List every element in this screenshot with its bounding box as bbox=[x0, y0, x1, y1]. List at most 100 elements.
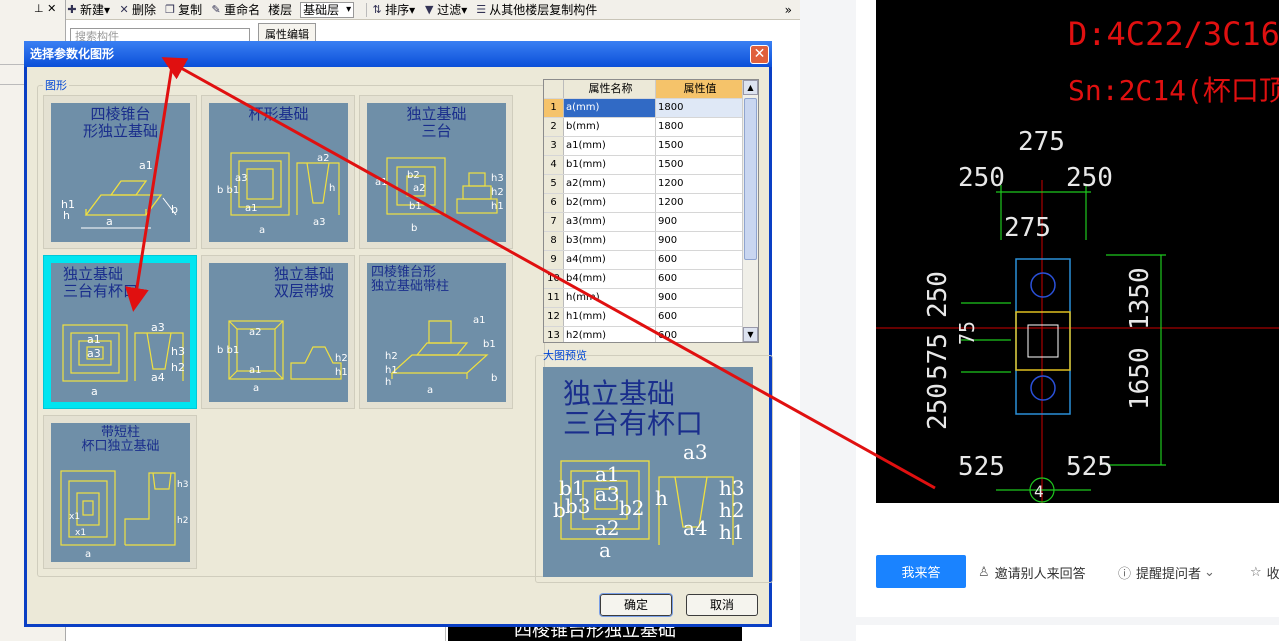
svg-text:h: h bbox=[655, 486, 668, 510]
property-value[interactable]: 1800 bbox=[656, 99, 742, 117]
toolbar-separator bbox=[366, 2, 368, 17]
property-name: a1(mm) bbox=[564, 137, 656, 155]
shape-tile[interactable]: 四棱锥台 形独立基础 a a1 b h1 h bbox=[43, 95, 197, 249]
filter-button[interactable]: ▼ 过滤 ▾ bbox=[423, 1, 467, 18]
preview-label: 大图预览 bbox=[543, 349, 587, 362]
svg-text:a1: a1 bbox=[473, 315, 486, 326]
svg-text:a4: a4 bbox=[683, 516, 708, 540]
invite-button[interactable]: ♙ 邀请别人来回答 bbox=[978, 563, 1086, 582]
col-name-header: 属性名称 bbox=[564, 80, 656, 98]
table-row[interactable]: 11 h(mm) 900 bbox=[544, 289, 758, 308]
table-row[interactable]: 4 b1(mm) 1500 bbox=[544, 156, 758, 175]
property-value[interactable]: 1200 bbox=[656, 194, 742, 212]
property-value[interactable]: 600 bbox=[656, 327, 742, 342]
shape-dialog: 选择参数化图形 ✕ 图形 四棱锥台 形独立基础 a a1 b h1 h 杯形基础 a3 b … bbox=[24, 41, 773, 627]
shape-thumbnail: 独立基础 双层带坡 a2 a1 b b1 a h2 h1 bbox=[209, 263, 348, 402]
property-value[interactable]: 600 bbox=[656, 308, 742, 326]
shape-tile[interactable]: 带短柱 杯口独立基础 x1 x1 a h3 h2 bbox=[43, 415, 197, 569]
cancel-button[interactable]: 取消 bbox=[686, 594, 758, 616]
overflow-icon[interactable]: » bbox=[785, 3, 792, 17]
property-name: b3(mm) bbox=[564, 232, 656, 250]
shape-tile[interactable]: 独立基础 三台 b2 a2 b1 b a1 h3 h2 h1 bbox=[359, 95, 513, 249]
svg-text:b1: b1 bbox=[409, 201, 422, 212]
property-value[interactable]: 1800 bbox=[656, 118, 742, 136]
table-row[interactable]: 9 a4(mm) 600 bbox=[544, 251, 758, 270]
table-row[interactable]: 3 a1(mm) 1500 bbox=[544, 137, 758, 156]
table-row[interactable]: 8 b3(mm) 900 bbox=[544, 232, 758, 251]
new-button[interactable]: ✚ 新建 ▾ bbox=[66, 1, 110, 18]
ok-button[interactable]: 确定 bbox=[599, 593, 673, 617]
property-name: h(mm) bbox=[564, 289, 656, 307]
svg-text:a2: a2 bbox=[249, 327, 262, 338]
sort-label: 排序 bbox=[385, 3, 410, 17]
remind-button[interactable]: ⓘ 提醒提问者 ⌄ bbox=[1118, 563, 1220, 582]
svg-text:a1: a1 bbox=[139, 159, 153, 172]
property-value[interactable]: 900 bbox=[656, 232, 742, 250]
remind-label: 提醒提问者 bbox=[1136, 567, 1202, 582]
cad-dim: 250 bbox=[958, 163, 1005, 193]
table-row[interactable]: 13 h2(mm) 600 bbox=[544, 327, 758, 342]
toolbar: ✚新建▾ ✕删除 ❐复制 ✎重命名 楼层 基础层 ⇅排序▾ ▼过滤▾ ☰从其他楼… bbox=[66, 0, 800, 20]
sort-button[interactable]: ⇅ 排序 ▾ bbox=[371, 1, 416, 18]
shape-thumbnail: 四棱锥台 形独立基础 a a1 b h1 h bbox=[51, 103, 190, 242]
close-icon[interactable]: ✕ bbox=[750, 45, 769, 64]
table-row[interactable]: 1 a(mm) 1800 bbox=[544, 99, 758, 118]
collect-button[interactable]: ☆ 收 bbox=[1250, 563, 1279, 582]
shape-drawing: a3b b1a1aa2ha3 bbox=[217, 152, 340, 236]
row-number: 1 bbox=[544, 99, 564, 117]
property-value[interactable]: 600 bbox=[656, 270, 742, 288]
filter-label: 过滤 bbox=[437, 3, 462, 17]
screen: ⊥ ✕ ✚新建▾ ✕删除 ❐复制 ✎重命名 楼层 基础层 ⇅排序▾ ▼过滤▾ ☰… bbox=[0, 0, 1279, 641]
property-name: b2(mm) bbox=[564, 194, 656, 212]
pin-icon[interactable]: ⊥ ✕ bbox=[34, 2, 56, 15]
row-number: 13 bbox=[544, 327, 564, 342]
table-row[interactable]: 5 a2(mm) 1200 bbox=[544, 175, 758, 194]
delete-button[interactable]: ✕ 删除 bbox=[118, 1, 156, 18]
shape-tile[interactable]: 四棱锥台形 独立基础带柱 h2 h1 h a1 b1 b a bbox=[359, 255, 513, 409]
chevron-down-icon: ⌄ bbox=[1204, 565, 1215, 580]
property-value[interactable]: 600 bbox=[656, 251, 742, 269]
svg-text:h3: h3 bbox=[177, 480, 188, 490]
property-value[interactable]: 1500 bbox=[656, 156, 742, 174]
rename-button[interactable]: ✎ 重命名 bbox=[210, 1, 260, 18]
svg-text:b b1: b b1 bbox=[217, 185, 239, 196]
property-name: b4(mm) bbox=[564, 270, 656, 288]
table-row[interactable]: 6 b2(mm) 1200 bbox=[544, 194, 758, 213]
floor-select[interactable]: 基础层 bbox=[300, 1, 355, 18]
scroll-down-icon[interactable]: ▼ bbox=[743, 327, 758, 342]
property-value[interactable]: 900 bbox=[656, 289, 742, 307]
shape-drawing: aa1bh1h bbox=[61, 159, 178, 229]
answer-button[interactable]: 我来答 bbox=[876, 555, 966, 588]
delete-icon: ✕ bbox=[119, 2, 129, 16]
new-label: 新建 bbox=[80, 3, 105, 17]
property-value[interactable]: 1500 bbox=[656, 137, 742, 155]
shape-thumbnail: 杯形基础 a3 b b1 a1 a a2 h a3 bbox=[209, 103, 348, 242]
table-scrollbar[interactable]: ▲ ▼ bbox=[742, 80, 758, 342]
shape-tile[interactable]: 杯形基础 a3 b b1 a1 a a2 h a3 bbox=[201, 95, 355, 249]
shape-tile[interactable]: 独立基础 双层带坡 a2 a1 b b1 a h2 h1 bbox=[201, 255, 355, 409]
table-row[interactable]: 12 h1(mm) 600 bbox=[544, 308, 758, 327]
property-name: a4(mm) bbox=[564, 251, 656, 269]
table-row[interactable]: 10 b4(mm) 600 bbox=[544, 270, 758, 289]
row-number: 3 bbox=[544, 137, 564, 155]
table-row[interactable]: 7 a3(mm) 900 bbox=[544, 213, 758, 232]
svg-text:a: a bbox=[85, 549, 91, 560]
scroll-up-icon[interactable]: ▲ bbox=[743, 80, 758, 95]
table-row[interactable]: 2 b(mm) 1800 bbox=[544, 118, 758, 137]
scroll-thumb[interactable] bbox=[744, 98, 757, 260]
shape-drawing: x1 x1 a h3 h2 bbox=[60, 470, 188, 560]
star-icon: ☆ bbox=[1250, 565, 1262, 580]
svg-text:h2: h2 bbox=[719, 498, 745, 522]
svg-text:a2: a2 bbox=[317, 153, 330, 164]
svg-text:x1: x1 bbox=[75, 528, 86, 538]
dialog-title-bar[interactable]: 选择参数化图形 ✕ bbox=[24, 41, 772, 67]
copy-button[interactable]: ❐ 复制 bbox=[164, 1, 202, 18]
property-value[interactable]: 900 bbox=[656, 213, 742, 231]
svg-text:h2: h2 bbox=[335, 353, 348, 364]
property-value[interactable]: 1200 bbox=[656, 175, 742, 193]
svg-text:a1: a1 bbox=[87, 333, 101, 346]
rename-label: 重命名 bbox=[224, 3, 261, 17]
copy-from-floor-button[interactable]: ☰ 从其他楼层复制构件 bbox=[475, 1, 597, 18]
shape-tile-selected[interactable]: 独立基础 三台有杯口 a1 a3 a3 a4 h3 h2 a bbox=[43, 255, 197, 409]
delete-label: 删除 bbox=[132, 3, 157, 17]
